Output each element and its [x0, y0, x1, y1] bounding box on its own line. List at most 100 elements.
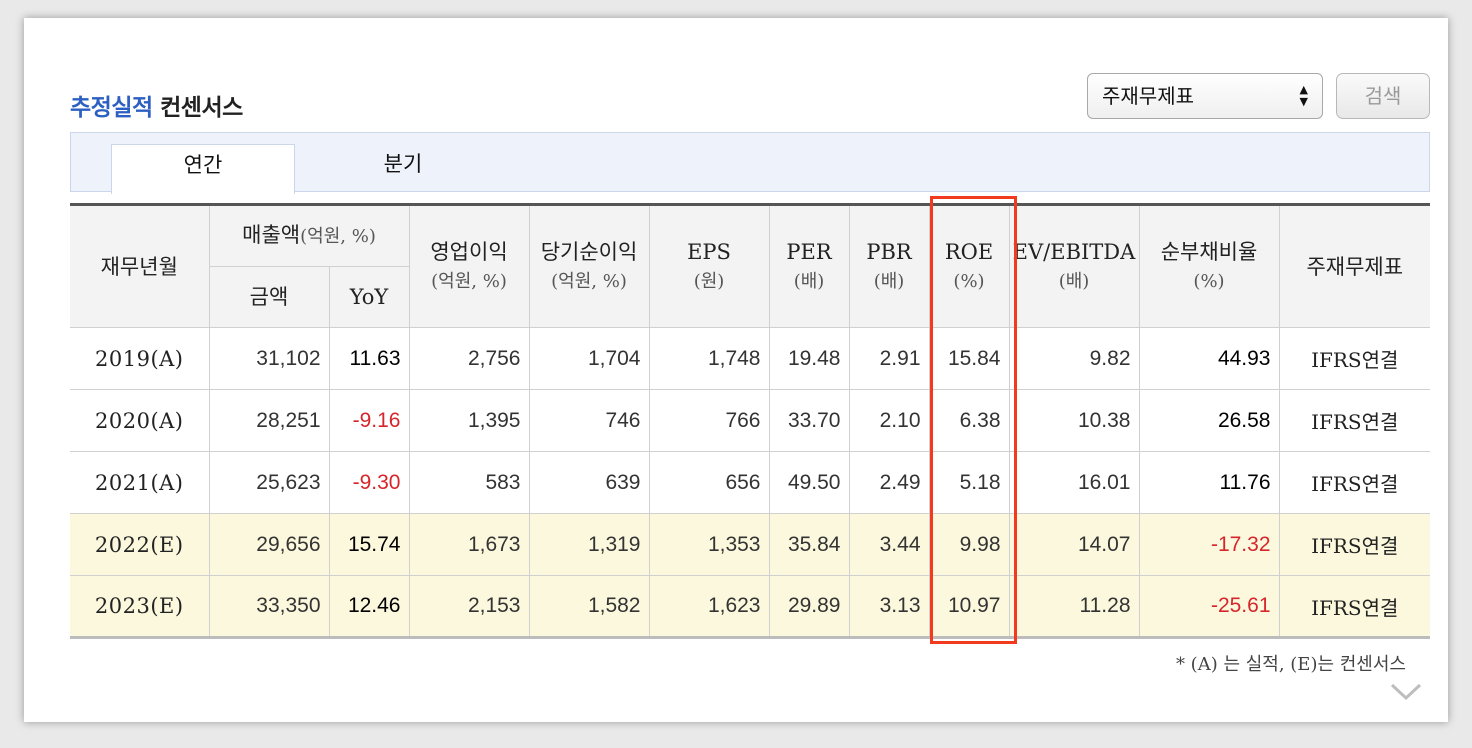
cell-ev: 10.38: [1008, 389, 1140, 452]
header-sales-label: 매출액: [242, 223, 301, 247]
cell-ev: 14.07: [1008, 513, 1140, 576]
table-row-estimate: 2022(E) 29,656 15.74 1,673 1,319 1,353 3…: [70, 513, 1430, 576]
header-ev-unit: (배): [1058, 270, 1090, 292]
footnote: * (A) 는 실적, (E)는 컨센서스: [1175, 654, 1406, 675]
cell-ev: 9.82: [1008, 327, 1140, 390]
header-debt-label: 순부채비율: [1160, 239, 1258, 264]
cell-sales: 29,656: [208, 513, 330, 576]
consensus-table: 재무년월 매출액(억원, %) 영업이익 (억원, %) 당기순이익 (억원, %)…: [70, 203, 1430, 639]
cell-per: 29.89: [768, 575, 850, 638]
cell-pbr: 2.49: [848, 451, 930, 514]
cell-roe: 9.98: [928, 513, 1010, 576]
header-ev-label: EV/EBITDA: [1012, 239, 1136, 264]
cell-yoy: -9.30: [328, 451, 410, 514]
cell-period: 2021(A): [70, 451, 210, 514]
header-op-label: 영업이익: [430, 239, 508, 264]
header-sales-yoy: YoY: [328, 266, 409, 328]
header-debt-unit: (%): [1193, 270, 1225, 292]
header-ev-ebitda: EV/EBITDA (배): [1008, 204, 1140, 328]
section-title-rest: 컨센서스: [152, 95, 243, 121]
cell-per: 19.48: [768, 327, 850, 390]
header-pbr: PBR (배): [848, 204, 930, 328]
header-net-income: 당기순이익 (억원, %): [528, 204, 650, 328]
header-sales: 매출액(억원, %): [208, 204, 410, 267]
header-op-unit: (억원, %): [431, 270, 507, 292]
section-title-accent: 추정실적: [70, 95, 153, 121]
table-row: 2020(A) 28,251 -9.16 1,395 746 766 33.70…: [70, 389, 1430, 452]
cell-ev: 11.28: [1008, 575, 1140, 638]
cell-per: 35.84: [768, 513, 850, 576]
cell-debt: -17.32: [1138, 513, 1280, 576]
cell-period: 2022(E): [70, 513, 210, 576]
cell-roe: 10.97: [928, 575, 1010, 638]
header-eps: EPS (원): [648, 204, 770, 328]
cell-sales: 31,102: [208, 327, 330, 390]
cell-statement: IFRS연결: [1278, 451, 1430, 514]
cell-sales: 25,623: [208, 451, 330, 514]
cell-yoy: -9.16: [328, 389, 410, 452]
statement-type-select[interactable]: 주재무제표 ▲ ▼: [1087, 73, 1323, 119]
cell-debt: 44.93: [1138, 327, 1280, 390]
cell-yoy: 11.63: [328, 327, 410, 390]
cell-per: 49.50: [768, 451, 850, 514]
header-net-label: 당기순이익: [540, 239, 638, 264]
cell-net: 746: [528, 389, 650, 452]
cell-net: 1,319: [528, 513, 650, 576]
header-roe-label: ROE: [944, 239, 994, 264]
cell-op: 1,673: [408, 513, 530, 576]
header-per: PER (배): [768, 204, 850, 328]
cell-statement: IFRS연결: [1278, 575, 1430, 638]
header-per-label: PER: [786, 239, 832, 264]
header-sales-amount: 금액: [209, 266, 330, 328]
consensus-panel: 추정실적 컨센서스 주재무제표 ▲ ▼ 검색 연간 분기 재무년월 매출액(억원,…: [24, 18, 1448, 722]
cell-statement: IFRS연결: [1278, 327, 1430, 390]
cell-eps: 1,623: [648, 575, 770, 638]
header-net-unit: (억원, %): [551, 270, 627, 292]
cell-roe: 5.18: [928, 451, 1010, 514]
cell-period: 2023(E): [70, 575, 210, 638]
header-roe: ROE (%): [928, 204, 1010, 328]
header-eps-unit: (원): [693, 270, 725, 292]
cell-per: 33.70: [768, 389, 850, 452]
cell-pbr: 3.44: [848, 513, 930, 576]
chevron-down-icon[interactable]: [1390, 676, 1422, 708]
header-roe-unit: (%): [953, 270, 985, 292]
header-sales-unit: (억원, %): [300, 226, 376, 247]
tab-annual[interactable]: 연간: [111, 144, 295, 194]
cell-roe: 15.84: [928, 327, 1010, 390]
updown-arrows-icon: ▲ ▼: [1299, 83, 1308, 108]
cell-period: 2020(A): [70, 389, 210, 452]
header-net-debt-ratio: 순부채비율 (%): [1138, 204, 1280, 328]
cell-statement: IFRS연결: [1278, 513, 1430, 576]
cell-sales: 33,350: [208, 575, 330, 638]
cell-op: 2,153: [408, 575, 530, 638]
cell-yoy: 12.46: [328, 575, 410, 638]
cell-yoy: 15.74: [328, 513, 410, 576]
cell-roe: 6.38: [928, 389, 1010, 452]
cell-net: 1,704: [528, 327, 650, 390]
tab-quarterly[interactable]: 분기: [311, 144, 495, 193]
header-statement: 주재무제표: [1278, 204, 1430, 328]
cell-eps: 656: [648, 451, 770, 514]
section-title: 추정실적 컨센서스: [70, 88, 243, 122]
cell-net: 1,582: [528, 575, 650, 638]
cell-debt: -25.61: [1138, 575, 1280, 638]
cell-op: 583: [408, 451, 530, 514]
cell-net: 639: [528, 451, 650, 514]
table-row: 2019(A) 31,102 11.63 2,756 1,704 1,748 1…: [70, 327, 1430, 390]
header-operating-profit: 영업이익 (억원, %): [408, 204, 530, 328]
search-button[interactable]: 검색: [1336, 73, 1430, 119]
cell-pbr: 2.10: [848, 389, 930, 452]
cell-period: 2019(A): [70, 327, 210, 390]
table-row: 2021(A) 25,623 -9.30 583 639 656 49.50 2…: [70, 451, 1430, 514]
cell-eps: 1,353: [648, 513, 770, 576]
cell-debt: 26.58: [1138, 389, 1280, 452]
header-per-unit: (배): [793, 270, 825, 292]
cell-eps: 1,748: [648, 327, 770, 390]
cell-debt: 11.76: [1138, 451, 1280, 514]
cell-statement: IFRS연결: [1278, 389, 1430, 452]
table-row-estimate: 2023(E) 33,350 12.46 2,153 1,582 1,623 2…: [70, 575, 1430, 638]
cell-sales: 28,251: [208, 389, 330, 452]
header-period: 재무년월: [70, 204, 210, 328]
period-tabs: 연간 분기: [70, 132, 1430, 194]
